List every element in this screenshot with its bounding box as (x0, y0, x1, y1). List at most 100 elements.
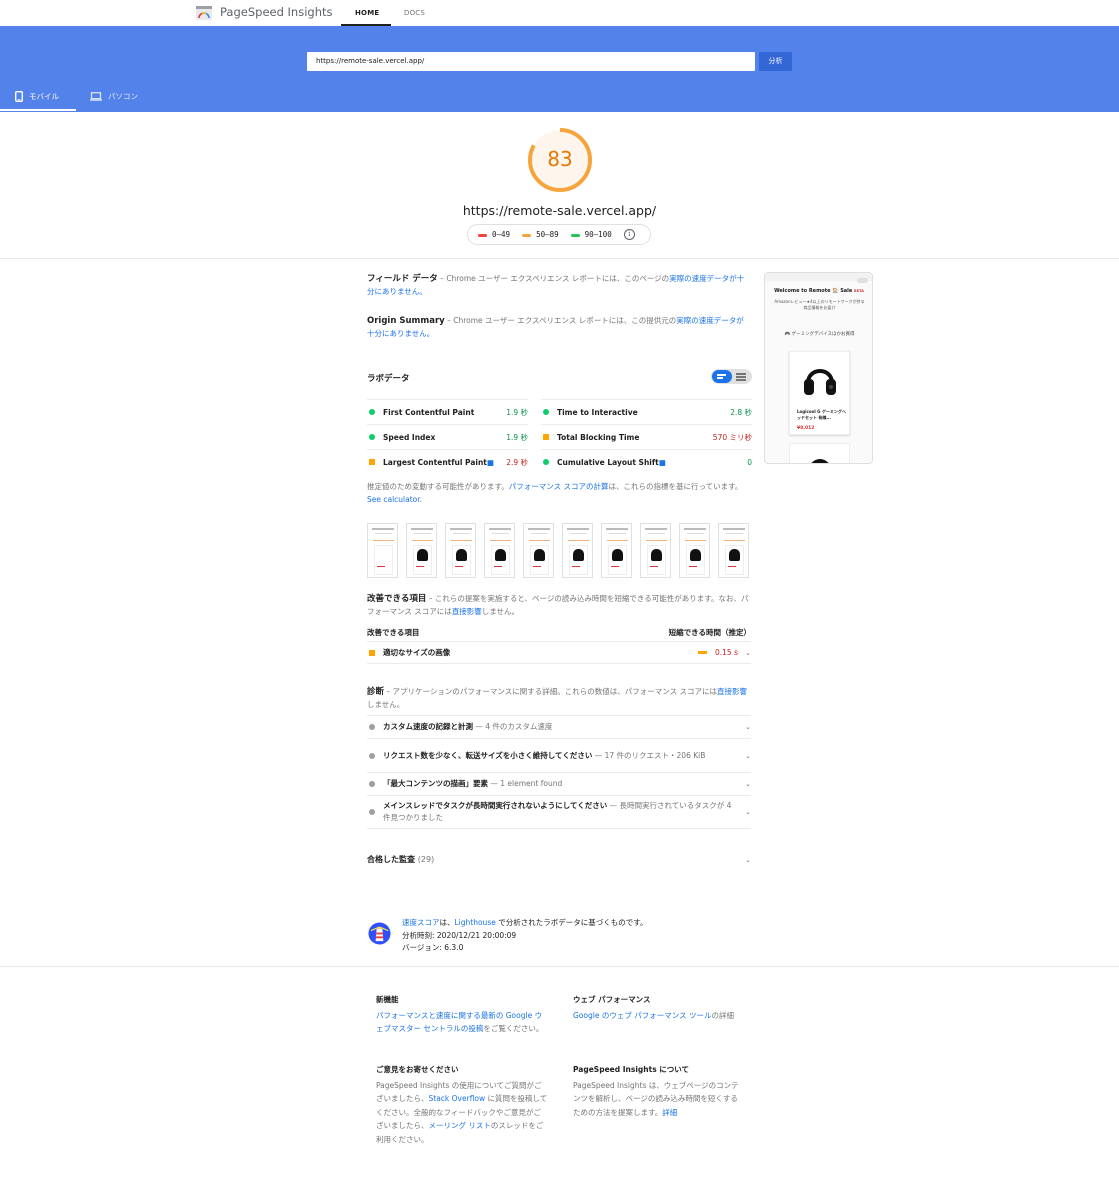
status-good-icon (543, 409, 549, 415)
toggle-summary-view[interactable] (712, 370, 732, 383)
diagnostic-row[interactable]: 「最大コンテンツの描画」要素 — 1 element found ⌄ (367, 772, 751, 795)
tab-home[interactable]: HOME (355, 9, 379, 17)
legend-bad: 0–49 (478, 230, 510, 239)
lighthouse-link[interactable]: Lighthouse (455, 918, 496, 927)
field-data-section: フィールド データ – Chrome ユーザー エクスペリエンス レポートには、… (367, 273, 751, 298)
field-data-desc: – Chrome ユーザー エクスペリエンス レポートには、このページの (437, 274, 670, 283)
status-good-icon (369, 409, 375, 415)
status-info-icon (369, 809, 375, 815)
preview-product-price: ¥8,012 (797, 426, 815, 431)
footer-news-title: 新機能 (376, 995, 399, 1004)
headset-image (804, 369, 836, 395)
field-data-title: フィールド データ (367, 274, 438, 284)
smartphone-icon (15, 91, 23, 102)
pagespeed-logo-icon[interactable] (196, 6, 212, 20)
passed-audits-count: (29) (417, 855, 435, 864)
speed-score-link[interactable]: 速度スコア (402, 918, 440, 927)
lighthouse-logo-icon (368, 922, 391, 945)
diagnostic-row[interactable]: メインスレッドでタスクが長時間実行されないようにしてください — 長時間実行され… (367, 795, 751, 829)
passed-audits-row[interactable]: 合格した監査 (29) ⌄ (367, 850, 751, 870)
analysis-time: 分析時刻: 2020/12/21 20:00:09 (402, 930, 517, 940)
tab-mobile-label: モバイル (29, 92, 59, 101)
preview-subtitle: Amazonレビュー★4以上のリモートワークが捗る商品情報をお届け (774, 299, 865, 310)
chevron-down-icon[interactable]: ⌄ (741, 778, 751, 790)
status-info-icon (369, 752, 375, 759)
footer-feedback-title: ご意見をお寄せください (376, 1065, 459, 1074)
savings-bar (698, 651, 707, 654)
chevron-down-icon[interactable]: ⌄ (741, 854, 751, 866)
tested-url: https://remote-sale.vercel.app/ (462, 203, 657, 218)
status-info-icon (369, 781, 375, 787)
origin-summary-title: Origin Summary (367, 316, 445, 326)
opportunities-title: 改善できる項目 (367, 594, 427, 604)
origin-summary-desc: – Chrome ユーザー エクスペリエンス レポートには、この提供元の (444, 316, 677, 325)
status-good-icon (369, 434, 375, 440)
diagnostics-title: 診断 (367, 687, 385, 697)
section-divider (0, 258, 1119, 259)
filmstrip-frame (679, 523, 710, 578)
tab-desktop-label: パソコン (108, 92, 138, 101)
chevron-down-icon[interactable]: ⌄ (741, 721, 751, 733)
filmstrip-frame (523, 523, 554, 578)
diagnostic-row[interactable]: カスタム速度の記録と計測 — 4 件のカスタム速度 ⌄ (367, 715, 751, 738)
lighthouse-info: 速度スコアは、Lighthouse で分析されたラボデータに基づくものです。 分… (402, 917, 647, 955)
passed-audits-title: 合格した監査 (367, 855, 415, 864)
mailing-list-link[interactable]: メーリング リスト (429, 1121, 491, 1130)
footer-divider (0, 966, 1119, 967)
metric-speed-index: Speed Index 1.9 秒 (367, 424, 528, 449)
status-average-icon (369, 459, 375, 465)
tab-mobile[interactable]: モバイル (15, 91, 59, 102)
metric-tti: Time to Interactive 2.8 秒 (541, 399, 752, 424)
metrics-view-toggle[interactable] (711, 369, 752, 384)
status-average-icon (543, 434, 549, 440)
status-info-icon (369, 724, 375, 730)
tab-desktop[interactable]: パソコン (90, 91, 138, 102)
stack-overflow-link[interactable]: Stack Overflow (429, 1094, 486, 1103)
tab-mobile-indicator (0, 109, 76, 111)
bookmark-icon: ■ (658, 457, 666, 467)
filmstrip-frame (640, 523, 671, 578)
chevron-down-icon[interactable]: ⌄ (741, 750, 751, 762)
opportunities-table-header: 改善できる項目 短縮できる時間（推定） (367, 627, 751, 638)
filmstrip-frame (562, 523, 593, 578)
metric-tbt: Total Blocking Time 570 ミリ秒 (541, 424, 752, 449)
direct-impact-link[interactable]: 直接影響 (452, 607, 482, 616)
direct-impact-link[interactable]: 直接影響 (717, 687, 747, 696)
lighthouse-version: バージョン: 6.3.0 (402, 943, 464, 952)
filmstrip-frame (718, 523, 749, 578)
brand-title[interactable]: PageSpeed Insights (220, 5, 333, 19)
status-good-icon (543, 459, 549, 465)
filmstrip-frame (406, 523, 437, 578)
legend-good: 90–100 (570, 230, 612, 239)
top-bar: PageSpeed Insights HOME DOCS (0, 0, 1119, 26)
analysis-header: https://remote-sale.vercel.app/ 分析 モバイル … (0, 26, 1119, 112)
url-input[interactable]: https://remote-sale.vercel.app/ (307, 52, 755, 71)
webperf-tools-link[interactable]: Google のウェブ パフォーマンス ツール (573, 1011, 711, 1020)
bookmark-icon: ■ (486, 457, 494, 467)
origin-summary-section: Origin Summary – Chrome ユーザー エクスペリエンス レポ… (367, 315, 751, 340)
info-icon[interactable]: i (623, 229, 635, 240)
laptop-icon (90, 92, 102, 101)
footer-news: 新機能 パフォーマンスと速度に関する最新の Google ウェブマスター セント… (376, 993, 548, 1036)
tab-docs[interactable]: DOCS (404, 9, 425, 17)
opportunity-row[interactable]: 適切なサイズの画像 0.15 s ⌄ (367, 641, 751, 664)
footer-about-title: PageSpeed Insights について (573, 1065, 690, 1074)
footer-about: PageSpeed Insights について PageSpeed Insigh… (573, 1063, 745, 1119)
score-calc-link[interactable]: パフォーマンス スコアの計算 (509, 482, 609, 491)
chevron-down-icon[interactable]: ⌄ (741, 806, 751, 818)
analyze-button[interactable]: 分析 (759, 52, 792, 71)
filmstrip (367, 523, 753, 578)
preview-product-name: Logicool G ゲーミングヘッドセット 有線... (797, 409, 846, 420)
opportunity-label: 適切なサイズの画像 (383, 647, 451, 657)
final-screenshot: Welcome to Remote 🏠 Sale BETA Amazonレビュー… (764, 272, 873, 464)
filmstrip-frame (445, 523, 476, 578)
metric-lcp: Largest Contentful Paint■ 2.9 秒 (367, 449, 528, 474)
calculator-link[interactable]: See calculator. (367, 495, 422, 504)
filmstrip-frame (367, 523, 398, 578)
about-details-link[interactable]: 詳細 (662, 1108, 677, 1117)
preview-category: 🎮 ゲーミングデバイスほかお買得 (784, 332, 855, 337)
footer-feedback: ご意見をお寄せください PageSpeed Insights の使用についてご質… (376, 1065, 548, 1144)
diagnostic-row[interactable]: リクエスト数を少なく、転送サイズを小さく維持してください — 17 件のリクエス… (367, 738, 751, 772)
col-savings: 短縮できる時間（推定） (668, 628, 751, 637)
chevron-down-icon[interactable]: ⌄ (741, 647, 751, 659)
